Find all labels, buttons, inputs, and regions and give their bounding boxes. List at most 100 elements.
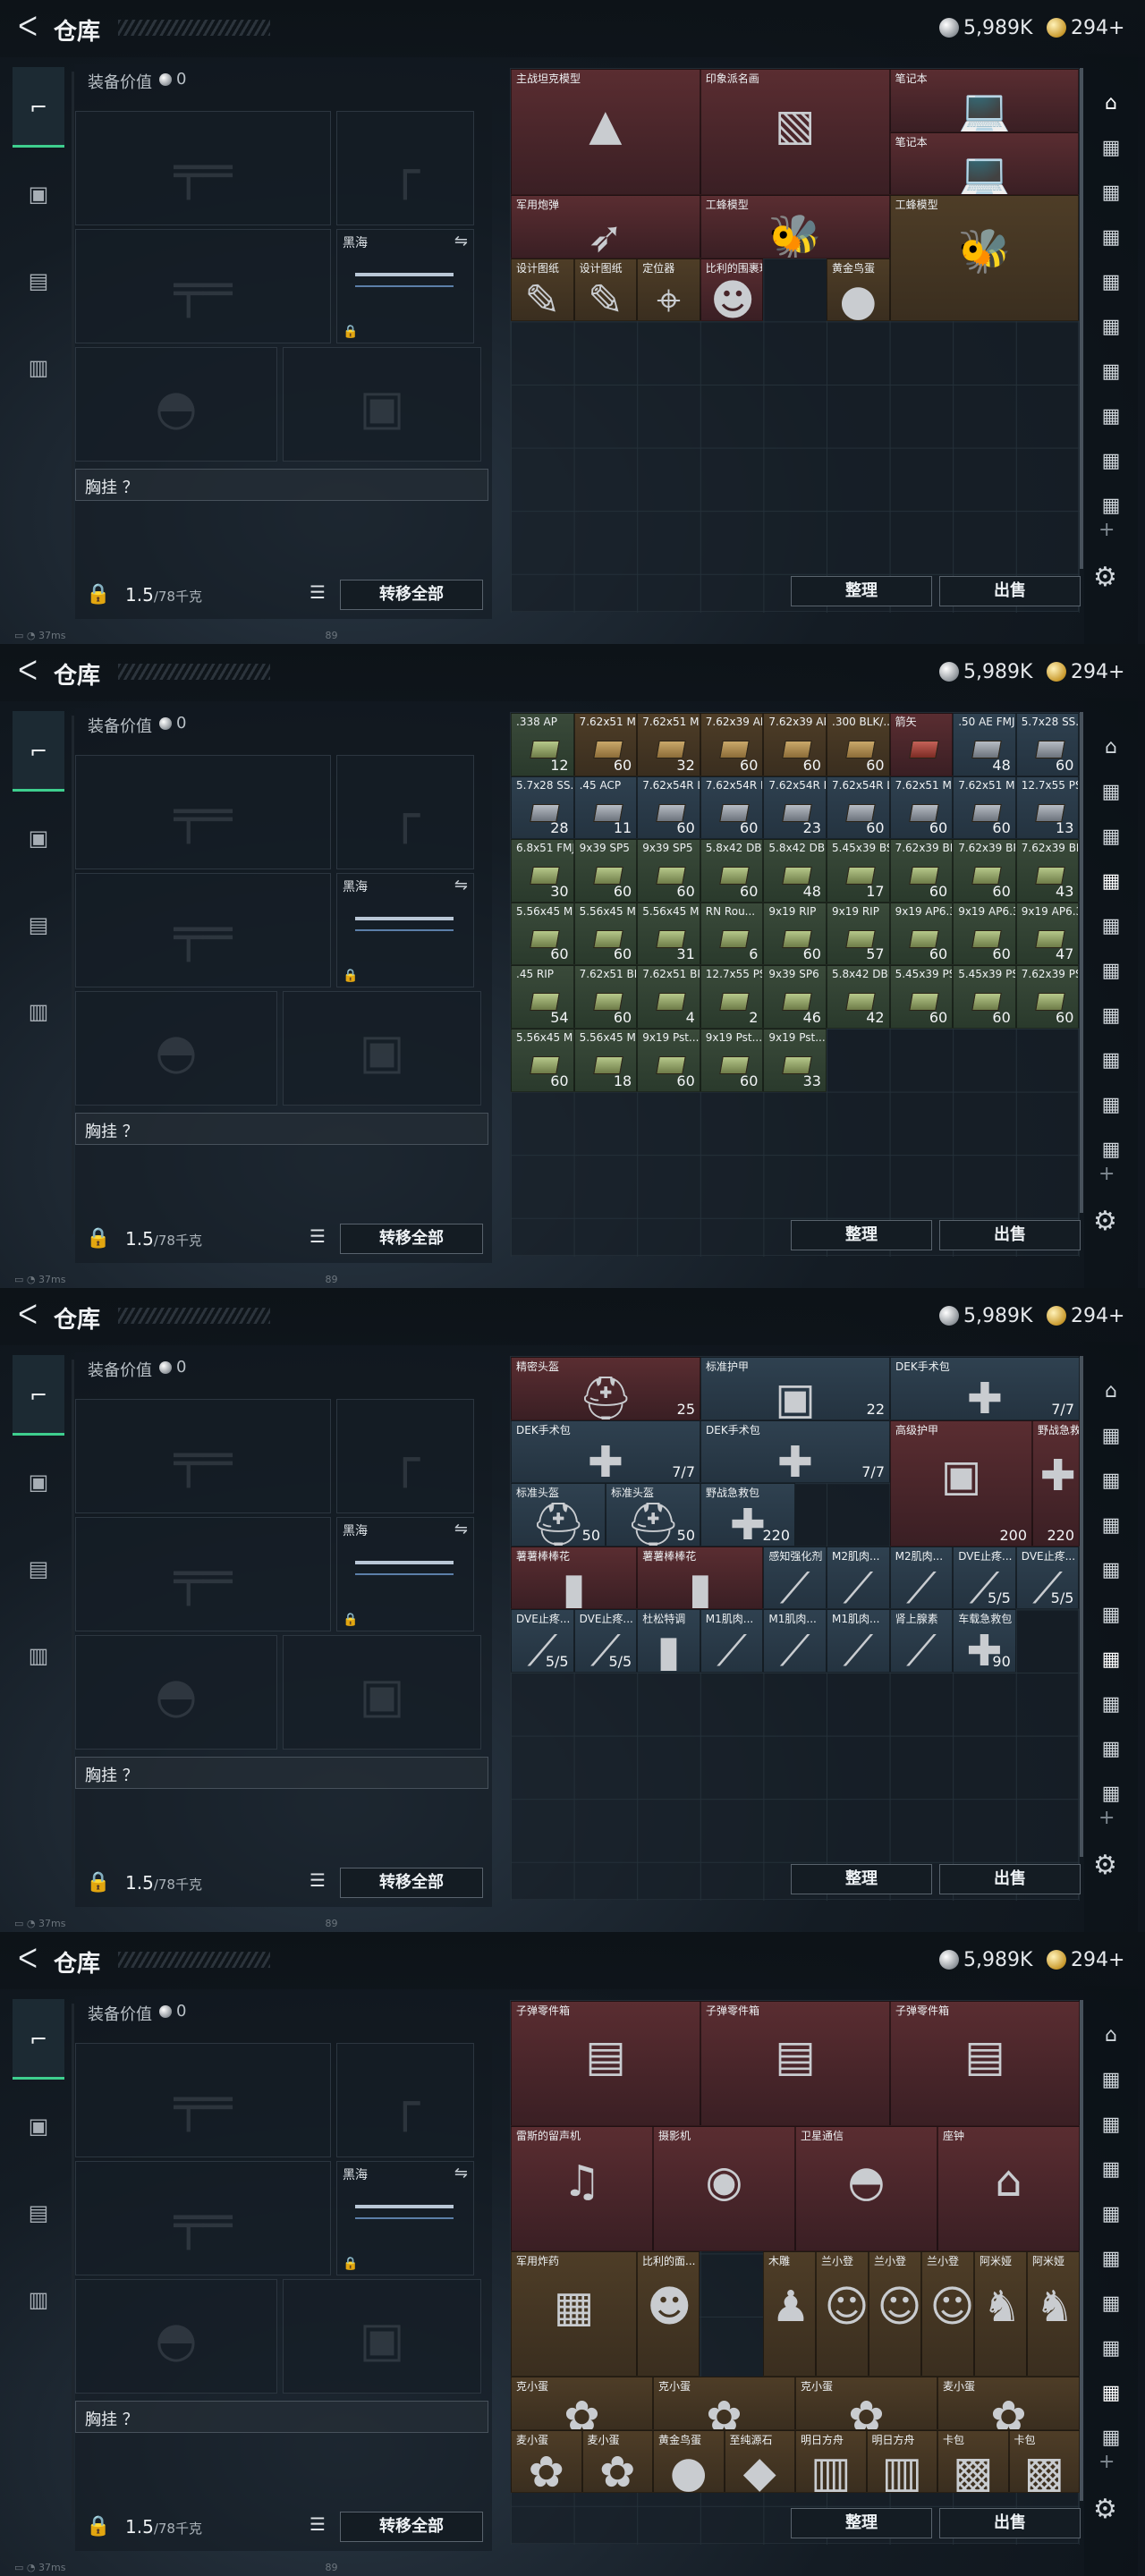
warehouse-tab-1[interactable]: ⌂ (1088, 80, 1134, 127)
ammo-item[interactable]: 9x19 Pst... 33 (763, 1029, 827, 1092)
transfer-all-button[interactable]: 转移全部 (340, 2512, 483, 2542)
warehouse-tab-3[interactable]: ▦ (1088, 170, 1134, 216)
warehouse-item[interactable]: DVE止疼... ⟋ 5/5 (573, 1609, 638, 1673)
ammo-item[interactable]: 7.62x51 BPZ 60 (573, 965, 638, 1029)
warehouse-item[interactable]: 标准头盔 ⛑ 50 (511, 1483, 606, 1546)
warehouse-tab-8[interactable]: ▦ (1088, 1038, 1134, 1084)
sort-button[interactable]: 整理 (791, 1220, 932, 1250)
warehouse-item[interactable]: 杜松特调 ▮ (637, 1609, 700, 1673)
ammo-item[interactable]: 7.62x54R LPS 60 (700, 775, 764, 840)
warehouse-item[interactable]: 工蜂模型 🐝 (889, 195, 1080, 322)
warehouse-tab-6[interactable]: ▦ (1088, 304, 1134, 351)
warehouse-item[interactable]: 明日方舟 ▥ (866, 2430, 937, 2493)
warehouse-item[interactable]: 薯薯棒棒花 ▮ (637, 1546, 764, 1610)
warehouse-item[interactable]: 车载急救包 ✚ 90 (953, 1609, 1016, 1673)
nav-vest[interactable]: ▣ (13, 1442, 64, 1522)
warehouse-item[interactable]: 肾上腺素 ⟋ (889, 1609, 954, 1673)
plus-icon[interactable]: + (1098, 1163, 1115, 1185)
primary-weapon-slot[interactable]: ╤═ (75, 111, 331, 225)
ammo-item[interactable]: 5.8x42 DBP10 42 (827, 965, 890, 1029)
warehouse-item[interactable]: DEK手术包 ✚ 7/7 (511, 1419, 700, 1484)
warehouse-tab-4[interactable]: ▦ (1088, 215, 1134, 261)
nav-backpack[interactable]: ▤ (13, 885, 64, 965)
list-icon[interactable]: ☰ (310, 2513, 331, 2540)
warehouse-item[interactable]: 卡包 ▩ (937, 2430, 1009, 2493)
chest-rig-slot[interactable]: 胸挂 ？ (75, 1113, 488, 1145)
warehouse-scrollbar[interactable] (1080, 2000, 1083, 2501)
warehouse-tab-9[interactable]: ▦ (1088, 2370, 1134, 2417)
warehouse-scrollbar[interactable] (1080, 712, 1083, 1213)
warehouse-item[interactable]: 麦小蛋 ✿ (937, 2377, 1080, 2430)
warehouse-scrollbar[interactable] (1080, 68, 1083, 569)
sort-button[interactable]: 整理 (791, 2508, 932, 2538)
ammo-item[interactable]: 7.62x51 M... 60 (953, 775, 1016, 840)
warehouse-tab-9[interactable]: ▦ (1088, 438, 1134, 485)
plus-icon[interactable]: + (1098, 1807, 1115, 1829)
armor-slot[interactable]: ▣ (283, 991, 481, 1106)
mod-icon[interactable]: ⇋ (454, 876, 468, 894)
ammo-item[interactable]: RN Rou... 6 (700, 902, 764, 966)
ammo-item[interactable]: 9x19 Pst... 60 (637, 1029, 700, 1092)
warehouse-tab-9[interactable]: ▦ (1088, 1726, 1134, 1773)
nav-backpack[interactable]: ▤ (13, 2173, 64, 2253)
secondary-weapon-slot[interactable]: ╤═ (75, 2161, 331, 2275)
warehouse-item[interactable]: 笔记本 💻 (889, 69, 1080, 132)
pistol-slot[interactable]: ┌ (336, 111, 474, 225)
warehouse-item[interactable]: 卡包 ▩ (1008, 2430, 1080, 2493)
warehouse-tab-1[interactable]: ⌂ (1088, 724, 1134, 771)
ammo-item[interactable]: 9x39 SP5 60 (637, 839, 700, 902)
melee-slot[interactable]: 黑海 ⇋ 🔒 (336, 2161, 474, 2275)
helmet-slot[interactable]: ◓ (75, 991, 277, 1106)
plus-icon[interactable]: + (1098, 519, 1115, 541)
nav-backpack[interactable]: ▤ (13, 241, 64, 321)
ammo-item[interactable]: 9x19 Pst... 60 (700, 1029, 764, 1092)
sell-button[interactable]: 出售 (939, 1220, 1081, 1250)
ammo-item[interactable]: 5.56x45 M855A1 60 (573, 902, 638, 966)
ammo-item[interactable]: 7.62x51 BPZ 4 (637, 965, 700, 1029)
warehouse-tab-8[interactable]: ▦ (1088, 394, 1134, 440)
warehouse-item[interactable]: DVE止疼... ⟋ 5/5 (1015, 1546, 1080, 1610)
warehouse-item[interactable]: 军用炸药 ▦ (511, 2251, 637, 2377)
ammo-item[interactable]: 9x19 AP6.3 47 (1015, 902, 1080, 966)
ammo-item[interactable]: .50 AE FMJ 48 (953, 713, 1016, 776)
warehouse-item[interactable]: 薯薯棒棒花 ▮ (511, 1546, 638, 1610)
back-arrow-icon[interactable]: ᐸ (13, 1301, 43, 1331)
nav-pistol[interactable]: ⌐ (13, 711, 64, 792)
sell-button[interactable]: 出售 (939, 2508, 1081, 2538)
ammo-item[interactable]: 7.62x54R LPS 60 (637, 775, 700, 840)
transfer-all-button[interactable]: 转移全部 (340, 1868, 483, 1898)
ammo-item[interactable]: 7.62x39 BP 43 (1015, 839, 1080, 902)
warehouse-item[interactable]: 子弹零件箱 ▤ (511, 2001, 700, 2126)
nav-case[interactable]: ▥ (13, 327, 64, 408)
gear-icon[interactable]: ⚙ (1093, 1206, 1117, 1237)
warehouse-tab-8[interactable]: ▦ (1088, 2326, 1134, 2372)
warehouse-item[interactable]: M1肌肉... ⟋ (700, 1609, 764, 1673)
sort-button[interactable]: 整理 (791, 576, 932, 606)
melee-slot[interactable]: 黑海 ⇋ 🔒 (336, 873, 474, 987)
warehouse-item[interactable]: 比利的围裹玩☻ (700, 258, 764, 322)
warehouse-tab-3[interactable]: ▦ (1088, 814, 1134, 860)
warehouse-item[interactable]: 至纯源石 ◆ (724, 2430, 795, 2493)
ammo-item[interactable]: 6.8x51 FMJ 30 (511, 839, 574, 902)
warehouse-tab-7[interactable]: ▦ (1088, 1637, 1134, 1683)
back-arrow-icon[interactable]: ᐸ (13, 13, 43, 43)
ammo-item[interactable]: 9x19 RIP 60 (763, 902, 827, 966)
warehouse-item[interactable]: 明日方舟 ▥ (795, 2430, 867, 2493)
ammo-item[interactable]: 5.45x39 BS 17 (827, 839, 890, 902)
warehouse-tab-6[interactable]: ▦ (1088, 2236, 1134, 2283)
list-icon[interactable]: ☰ (310, 581, 331, 608)
warehouse-item[interactable]: 子弹零件箱 ▤ (700, 2001, 890, 2126)
warehouse-tab-8[interactable]: ▦ (1088, 1682, 1134, 1728)
warehouse-item[interactable]: 军用炮弹 ➶ (511, 195, 700, 258)
warehouse-tab-7[interactable]: ▦ (1088, 2281, 1134, 2327)
gold-currency[interactable]: 294+ (1047, 13, 1124, 44)
ammo-item[interactable]: .45 RIP 54 (511, 965, 574, 1029)
gold-currency[interactable]: 294+ (1047, 1301, 1124, 1332)
warehouse-tab-6[interactable]: ▦ (1088, 1592, 1134, 1639)
warehouse-item[interactable]: 麦小蛋 ✿ (581, 2430, 653, 2493)
sort-button[interactable]: 整理 (791, 1864, 932, 1894)
transfer-all-button[interactable]: 转移全部 (340, 1224, 483, 1254)
armor-slot[interactable]: ▣ (283, 2279, 481, 2394)
nav-case[interactable]: ▥ (13, 971, 64, 1052)
nav-vest[interactable]: ▣ (13, 2086, 64, 2166)
